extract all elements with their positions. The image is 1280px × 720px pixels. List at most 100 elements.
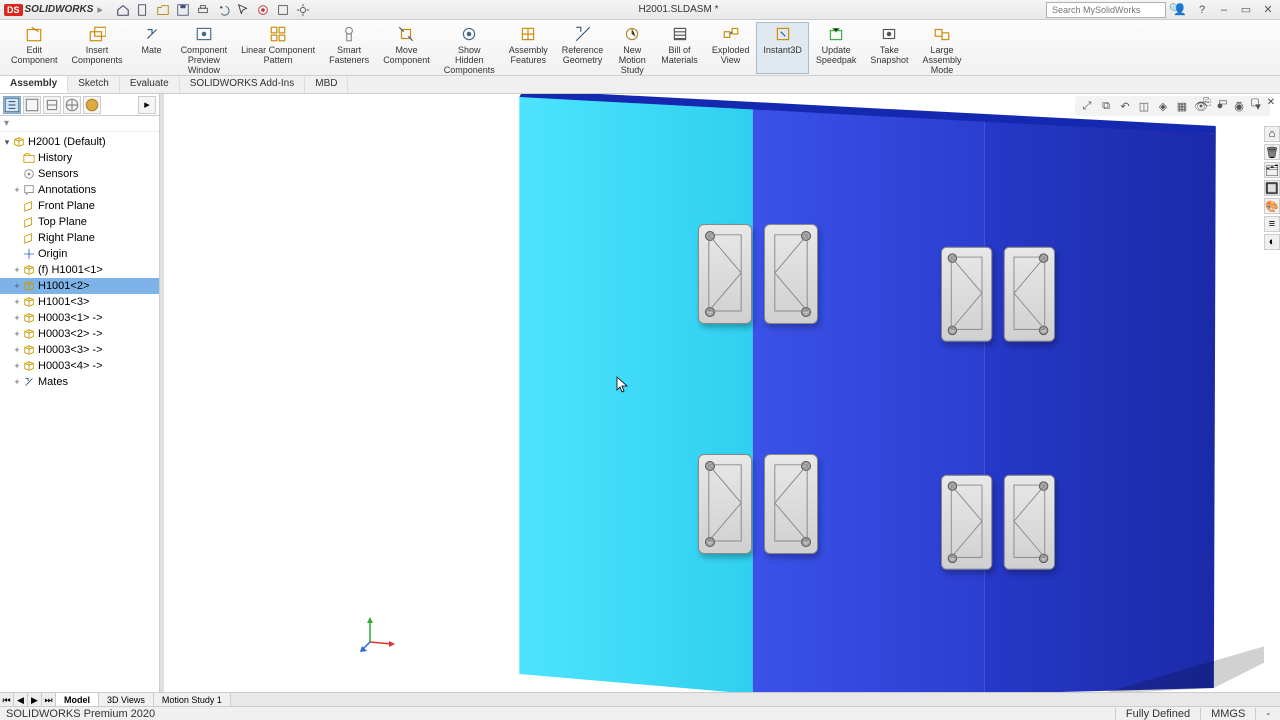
expand-icon[interactable]: +: [12, 313, 22, 323]
expand-icon[interactable]: +: [12, 281, 22, 291]
ribbon-show-hidden-components[interactable]: ShowHiddenComponents: [437, 22, 502, 74]
close-icon[interactable]: ✕: [1260, 3, 1276, 17]
vp-split-icon[interactable]: ▭: [1216, 96, 1230, 108]
tree-item-h10012[interactable]: +H1001<2>: [0, 278, 159, 294]
config-manager-tab-icon[interactable]: [43, 96, 61, 114]
dimxpert-tab-icon[interactable]: [63, 96, 81, 114]
tree-item-mates[interactable]: +Mates: [0, 374, 159, 390]
ribbon-smart-fasteners[interactable]: SmartFasteners: [322, 22, 376, 74]
tree-item-h00032[interactable]: +H0003<2> ->: [0, 326, 159, 342]
ribbon-linearcomponent-pattern[interactable]: Linear ComponentPattern: [234, 22, 322, 74]
ribbon-instant3d[interactable]: Instant3D: [756, 22, 809, 74]
cmdtab-assembly[interactable]: Assembly: [0, 76, 68, 93]
tree-item-h00031[interactable]: +H0003<1> ->: [0, 310, 159, 326]
ribbon-insert-components[interactable]: InsertComponents: [65, 22, 130, 74]
taskpane-view-icon[interactable]: 🔲: [1264, 180, 1280, 196]
ribbon-new-motion-study[interactable]: NewMotionStudy: [610, 22, 654, 74]
help-icon[interactable]: ?: [1194, 3, 1210, 17]
search-box[interactable]: 🔍: [1046, 2, 1166, 18]
expand-icon[interactable]: +: [12, 265, 22, 275]
cmdtab-mbd[interactable]: MBD: [305, 76, 348, 93]
taskpane-appearance-icon[interactable]: 🎨: [1264, 198, 1280, 214]
vp-max-icon[interactable]: ▢: [1248, 96, 1262, 108]
expand-icon[interactable]: +: [12, 329, 22, 339]
ribbon-update-speedpak[interactable]: UpdateSpeedpak: [809, 22, 864, 74]
tree-item-fh10011[interactable]: +(f) H1001<1>: [0, 262, 159, 278]
options-icon[interactable]: [275, 2, 291, 18]
print-icon[interactable]: [195, 2, 211, 18]
cmdtab-evaluate[interactable]: Evaluate: [120, 76, 180, 93]
prev-view-icon[interactable]: ↶: [1117, 98, 1133, 114]
tree-item-history[interactable]: History: [0, 150, 159, 166]
status-extra[interactable]: -: [1255, 708, 1280, 720]
bottom-tab-motionstudy1[interactable]: Motion Study 1: [154, 693, 231, 706]
tree-item-h00034[interactable]: +H0003<4> ->: [0, 358, 159, 374]
feature-tree-tab-icon[interactable]: [3, 96, 21, 114]
ribbon-edit-component[interactable]: EditComponent: [4, 22, 65, 74]
display-manager-tab-icon[interactable]: [83, 96, 101, 114]
section-view-icon[interactable]: ◫: [1136, 98, 1152, 114]
tree-item-frontplane[interactable]: Front Plane: [0, 198, 159, 214]
ribbon-component-preview-window[interactable]: ComponentPreviewWindow: [174, 22, 235, 74]
logo-chevron-icon[interactable]: ▸: [97, 3, 103, 16]
status-units[interactable]: MMGS: [1200, 708, 1255, 720]
undo-icon[interactable]: [215, 2, 231, 18]
tree-item-sensors[interactable]: Sensors: [0, 166, 159, 182]
rebuild-icon[interactable]: [255, 2, 271, 18]
property-manager-tab-icon[interactable]: [23, 96, 41, 114]
bottom-tab-3dviews[interactable]: 3D Views: [99, 693, 154, 706]
expand-icon[interactable]: +: [12, 185, 22, 195]
ribbon-large-assembly-mode[interactable]: LargeAssemblyMode: [915, 22, 968, 74]
ribbon-move-component[interactable]: MoveComponent: [376, 22, 437, 74]
expand-icon[interactable]: +: [12, 377, 22, 387]
btab-prev-icon[interactable]: ◀: [14, 693, 28, 706]
ribbon-assembly-features[interactable]: AssemblyFeatures: [502, 22, 555, 74]
cmdtab-sketch[interactable]: Sketch: [68, 76, 120, 93]
expand-icon[interactable]: +: [12, 361, 22, 371]
minimize-icon[interactable]: –: [1216, 3, 1232, 17]
tree-item-origin[interactable]: Origin: [0, 246, 159, 262]
taskpane-custom-icon[interactable]: ≡: [1264, 216, 1280, 232]
taskpane-forum-icon[interactable]: ◐: [1264, 234, 1280, 250]
graphics-viewport[interactable]: ⤢ ⧉ ↶ ◫ ◈ ▦ 👁 ● ◉ ▾ ⎘ ▭ – ▢ ✕ ⌂ 🗑 🗂 🔲 🎨 …: [164, 94, 1280, 694]
select-icon[interactable]: [235, 2, 251, 18]
btab-next-icon[interactable]: ▶: [28, 693, 42, 706]
ribbon-take-snapshot[interactable]: TakeSnapshot: [863, 22, 915, 74]
taskpane-home-icon[interactable]: ⌂: [1264, 126, 1280, 142]
ribbon-mate[interactable]: Mate: [130, 22, 174, 74]
panel-chevron-icon[interactable]: ▸: [138, 96, 156, 114]
cmdtab-solidworksaddins[interactable]: SOLIDWORKS Add-Ins: [180, 76, 305, 93]
tree-item-topplane[interactable]: Top Plane: [0, 214, 159, 230]
tree-root[interactable]: ▾H2001 (Default): [0, 134, 159, 150]
vp-min-icon[interactable]: –: [1232, 96, 1246, 108]
user-icon[interactable]: 👤: [1172, 3, 1188, 17]
zoom-fit-icon[interactable]: ⤢: [1079, 98, 1095, 114]
filter-funnel-icon[interactable]: ▾: [4, 118, 9, 129]
feature-tree[interactable]: ▾H2001 (Default)HistorySensors+Annotatio…: [0, 132, 159, 694]
btab-first-icon[interactable]: ⏮: [0, 693, 14, 706]
vp-link-icon[interactable]: ⎘: [1200, 96, 1214, 108]
orientation-triad[interactable]: [358, 614, 398, 654]
settings-icon[interactable]: [295, 2, 311, 18]
open-icon[interactable]: [155, 2, 171, 18]
vp-close-icon[interactable]: ✕: [1264, 96, 1278, 108]
ribbon-exploded-view[interactable]: ExplodedView: [705, 22, 757, 74]
bottom-tab-model[interactable]: Model: [56, 693, 99, 706]
expand-icon[interactable]: +: [12, 297, 22, 307]
view-orient-icon[interactable]: ◈: [1155, 98, 1171, 114]
restore-icon[interactable]: ▭: [1238, 3, 1254, 17]
home-icon[interactable]: [115, 2, 131, 18]
ribbon-billof-materials[interactable]: Bill ofMaterials: [654, 22, 705, 74]
tree-item-annotations[interactable]: +Annotations: [0, 182, 159, 198]
taskpane-library-icon[interactable]: 🗑: [1264, 144, 1280, 160]
expand-icon[interactable]: +: [12, 345, 22, 355]
btab-last-icon[interactable]: ⏭: [42, 693, 56, 706]
save-icon[interactable]: [175, 2, 191, 18]
tree-item-h10013[interactable]: +H1001<3>: [0, 294, 159, 310]
display-style-icon[interactable]: ▦: [1174, 98, 1190, 114]
tree-item-h00033[interactable]: +H0003<3> ->: [0, 342, 159, 358]
ribbon-reference-geometry[interactable]: ReferenceGeometry: [555, 22, 611, 74]
new-icon[interactable]: [135, 2, 151, 18]
search-input[interactable]: [1049, 5, 1169, 15]
tree-item-rightplane[interactable]: Right Plane: [0, 230, 159, 246]
